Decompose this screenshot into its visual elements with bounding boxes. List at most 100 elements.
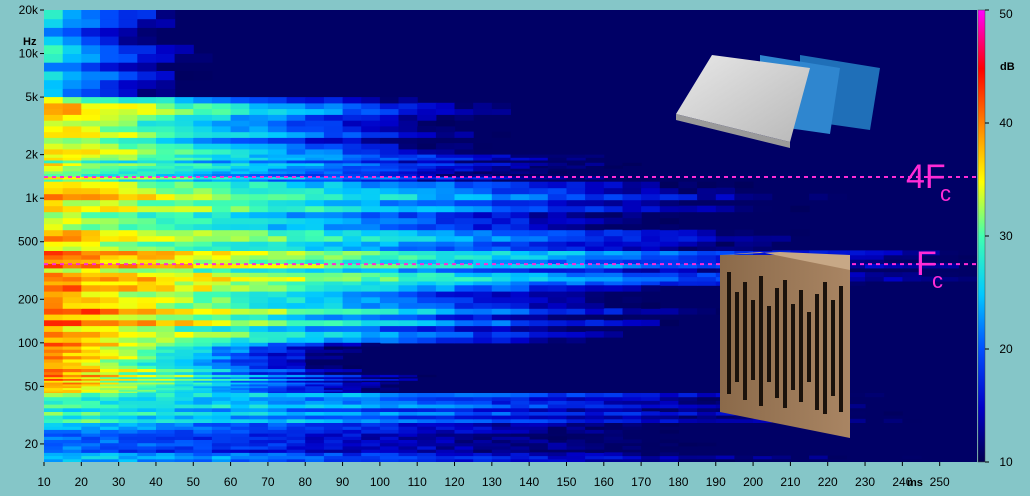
heatmap-cell: [249, 314, 269, 321]
heatmap-cell: [137, 131, 157, 138]
heatmap-cell: [137, 449, 157, 453]
heatmap-cell: [211, 418, 232, 423]
heatmap-cell: [137, 442, 157, 447]
heatmap-cell: [361, 272, 381, 278]
heatmap-cell: [286, 131, 306, 138]
heatmap-cell: [659, 223, 679, 231]
heatmap-cell: [659, 396, 679, 401]
heatmap-cell: [398, 160, 418, 164]
heatmap-cell: [267, 246, 288, 251]
heatmap-cell: [585, 250, 605, 256]
heatmap-cell: [286, 211, 306, 219]
heatmap-cell: [566, 267, 586, 273]
heatmap-cell: [267, 235, 288, 243]
heatmap-cell: [156, 71, 176, 81]
heatmap-cell: [435, 449, 456, 453]
heatmap-cell: [697, 418, 717, 423]
heatmap-cell: [491, 205, 511, 213]
heatmap-cell: [174, 181, 194, 189]
heatmap-cell: [118, 411, 138, 416]
heatmap-cell: [286, 125, 306, 133]
heatmap-cell: [156, 439, 176, 444]
heatmap-cell: [529, 246, 549, 251]
heatmap-cell: [267, 436, 288, 440]
heatmap-cell: [193, 365, 213, 369]
heatmap-cell: [193, 71, 213, 81]
heatmap-cell: [491, 422, 511, 427]
heatmap-cell: [697, 280, 717, 286]
heatmap-cell: [230, 137, 250, 144]
heatmap-cell: [305, 181, 325, 189]
heatmap-cell: [137, 349, 157, 353]
heatmap-cell: [342, 429, 362, 434]
heatmap-cell: [118, 449, 138, 453]
heatmap-cell: [118, 285, 138, 292]
heatmap-cell: [323, 154, 344, 158]
heatmap-cell: [473, 246, 493, 251]
heatmap-cell: [491, 193, 511, 201]
heatmap-cell: [193, 246, 213, 251]
heatmap-cell: [193, 352, 213, 357]
heatmap-cell: [398, 308, 418, 315]
heatmap-cell: [902, 455, 922, 460]
heatmap-cell: [81, 452, 101, 457]
heatmap-cell: [454, 458, 474, 462]
heatmap-cell: [267, 415, 288, 420]
heatmap-cell: [81, 137, 101, 144]
heatmap-cell: [454, 433, 474, 437]
heatmap-cell: [174, 187, 194, 195]
heatmap-cell: [547, 217, 567, 225]
heatmap-cell: [435, 272, 456, 278]
heatmap-cell: [62, 114, 82, 121]
heatmap-cell: [211, 371, 232, 376]
heatmap-cell: [547, 235, 567, 243]
heatmap-cell: [249, 396, 269, 401]
heatmap-cell: [379, 314, 400, 321]
heatmap-cell: [529, 418, 549, 423]
heatmap-cell: [622, 193, 642, 201]
heatmap-cell: [659, 442, 679, 447]
heatmap-cell: [230, 199, 250, 207]
heatmap-cell: [491, 223, 511, 231]
heatmap-cell: [230, 280, 250, 286]
heatmap-cell: [547, 325, 567, 332]
heatmap-cell: [286, 302, 306, 309]
heatmap-cell: [435, 246, 456, 251]
heatmap-cell: [734, 246, 754, 251]
heatmap-cell: [100, 181, 120, 189]
heatmap-cell: [603, 285, 623, 292]
heatmap-cell: [193, 276, 213, 282]
heatmap-cell: [361, 205, 381, 213]
heatmap-cell: [398, 280, 418, 286]
heatmap-cell: [379, 422, 400, 427]
heatmap-cell: [379, 276, 400, 282]
y-tick-label: 20: [25, 437, 39, 451]
heatmap-cell: [379, 148, 400, 156]
heatmap-cell: [44, 44, 64, 54]
heatmap-cell: [435, 187, 456, 195]
heatmap-cell: [286, 205, 306, 213]
heatmap-cell: [491, 199, 511, 207]
heatmap-cell: [529, 272, 549, 278]
heatmap-cell: [603, 250, 623, 256]
heatmap-cell: [454, 436, 474, 440]
heatmap-cell: [417, 108, 437, 115]
heatmap-cell: [323, 108, 344, 115]
heatmap-cell: [398, 319, 418, 327]
heatmap-cell: [137, 325, 157, 332]
heatmap-cell: [81, 296, 101, 304]
colorbar-tick-label: 50: [999, 7, 1013, 21]
heatmap-cell: [230, 319, 250, 327]
heatmap-cell: [174, 108, 194, 115]
heatmap-cell: [585, 162, 605, 166]
heatmap-cell: [342, 108, 362, 115]
heatmap-cell: [305, 433, 325, 437]
heatmap-cell: [342, 181, 362, 189]
heatmap-cell: [454, 400, 474, 405]
heatmap-cell: [174, 331, 194, 338]
heatmap-cell: [379, 458, 400, 462]
heatmap-cell: [174, 246, 194, 251]
heatmap-cell: [174, 346, 194, 350]
heatmap-cell: [156, 97, 176, 104]
heatmap-cell: [174, 199, 194, 207]
